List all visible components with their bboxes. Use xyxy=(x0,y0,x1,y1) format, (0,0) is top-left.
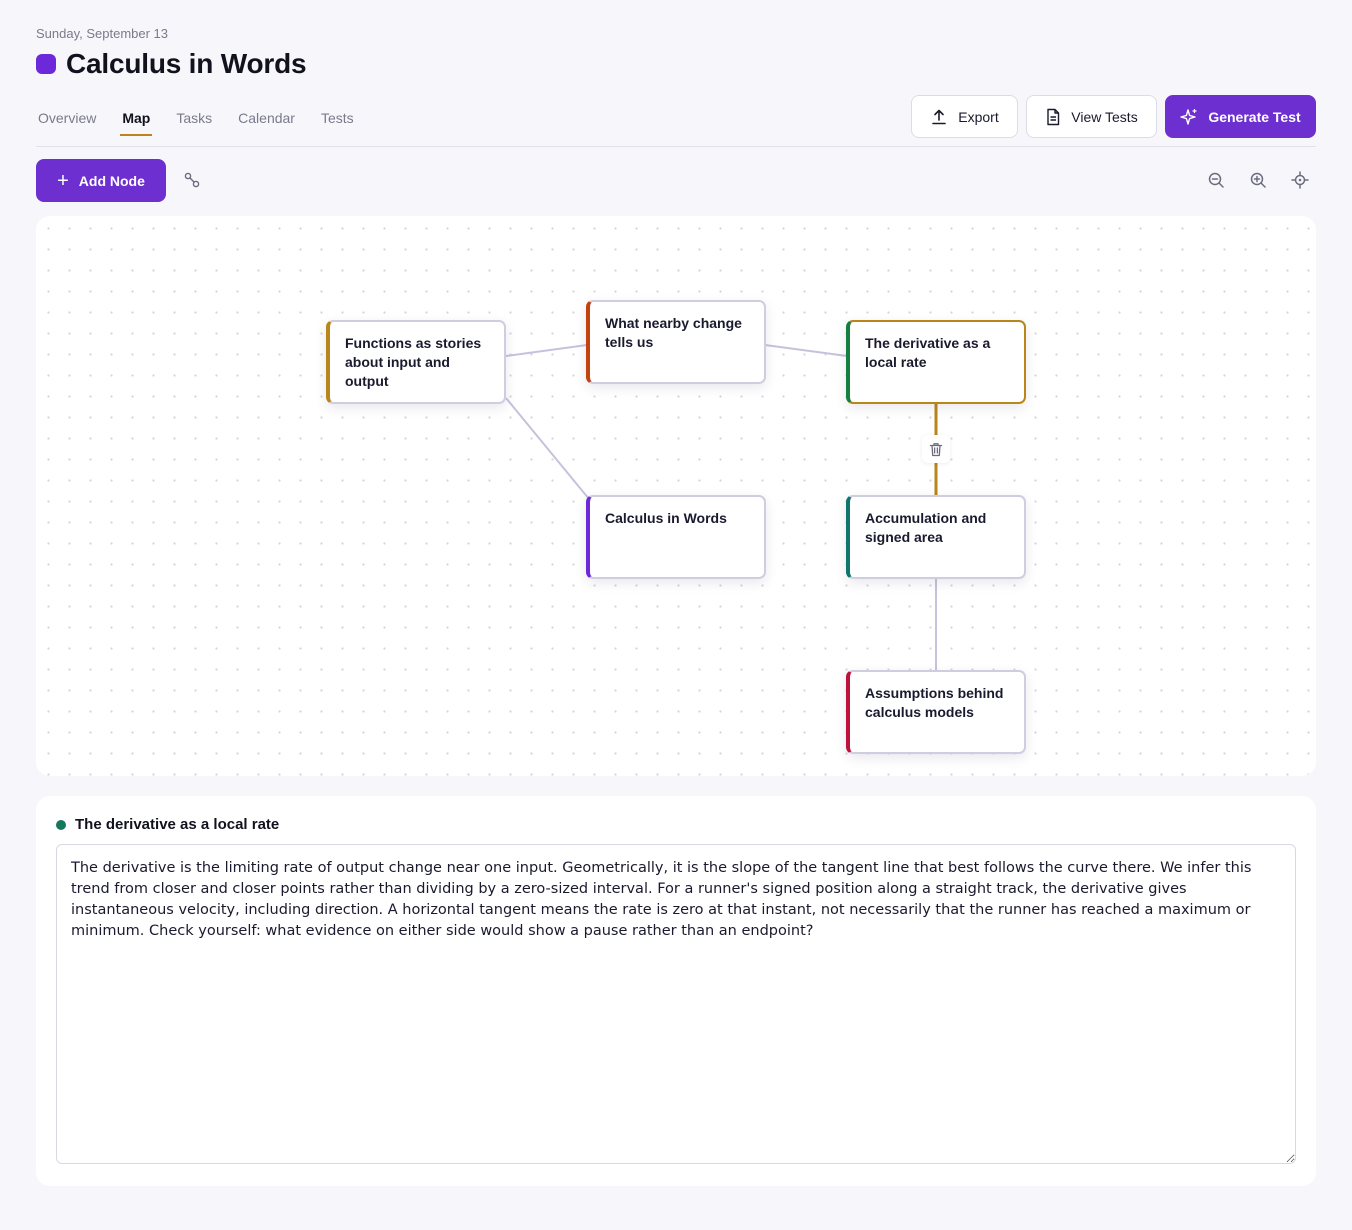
map-node-calculus[interactable]: Calculus in Words xyxy=(586,495,766,579)
document-icon xyxy=(1047,108,1060,125)
node-label: Functions as stories about input and out… xyxy=(345,335,482,389)
tab-overview[interactable]: Overview xyxy=(36,110,98,136)
node-label: Accumulation and signed area xyxy=(865,510,987,545)
edge-functions-calculus xyxy=(505,397,590,500)
edge-nearby-derivative xyxy=(764,344,848,357)
edge-functions-nearby xyxy=(505,344,588,357)
node-label: What nearby change tells us xyxy=(605,315,742,350)
node-label: Assumptions behind calculus models xyxy=(865,685,1004,720)
map-node-nearby[interactable]: What nearby change tells us xyxy=(586,300,766,384)
tab-map[interactable]: Map xyxy=(120,110,153,136)
map-node-assumptions[interactable]: Assumptions behind calculus models xyxy=(846,670,1026,754)
export-button[interactable]: Export xyxy=(911,95,1018,138)
header-divider xyxy=(36,146,1316,147)
connect-icon[interactable] xyxy=(181,169,203,191)
zoom-out-icon[interactable] xyxy=(1205,169,1227,191)
generate-test-button[interactable]: Generate Test xyxy=(1165,95,1316,138)
delete-edge-button[interactable] xyxy=(922,435,950,463)
detail-title: The derivative as a local rate xyxy=(75,816,280,833)
recenter-icon[interactable] xyxy=(1289,169,1311,191)
view-tests-button[interactable]: View Tests xyxy=(1026,95,1157,138)
map-canvas[interactable]: Functions as stories about input and out… xyxy=(36,216,1316,776)
page-title: Calculus in Words xyxy=(66,48,307,79)
detail-header: The derivative as a local rate xyxy=(56,816,279,833)
tab-bar: Overview Map Tasks Calendar Tests xyxy=(36,110,378,136)
sparkle-icon xyxy=(1180,108,1197,125)
add-node-label: Add Node xyxy=(78,172,145,189)
tab-tasks[interactable]: Tasks xyxy=(174,110,214,136)
map-node-accumulation[interactable]: Accumulation and signed area xyxy=(846,495,1026,579)
plus-icon: + xyxy=(57,169,69,192)
trash-icon xyxy=(929,442,943,456)
status-dot xyxy=(56,819,66,830)
tab-calendar[interactable]: Calendar xyxy=(236,110,297,136)
node-notes-textarea[interactable]: The derivative is the limiting rate of o… xyxy=(56,844,1296,1164)
generate-test-label: Generate Test xyxy=(1208,108,1301,125)
upload-icon xyxy=(932,109,947,124)
zoom-in-icon[interactable] xyxy=(1247,169,1269,191)
node-label: The derivative as a local rate xyxy=(865,335,991,370)
date-label: Sunday, September 13 xyxy=(36,26,169,41)
map-node-functions[interactable]: Functions as stories about input and out… xyxy=(326,320,506,404)
add-node-button[interactable]: + Add Node xyxy=(36,159,166,202)
project-color-swatch xyxy=(36,54,56,74)
map-node-derivative[interactable]: The derivative as a local rate xyxy=(846,320,1026,404)
title-row: Calculus in Words xyxy=(36,48,307,80)
node-detail-panel: The derivative as a local rate The deriv… xyxy=(36,796,1316,1186)
export-label: Export xyxy=(958,108,999,125)
tab-tests[interactable]: Tests xyxy=(319,110,356,136)
node-label: Calculus in Words xyxy=(605,510,727,526)
view-tests-label: View Tests xyxy=(1071,108,1138,125)
